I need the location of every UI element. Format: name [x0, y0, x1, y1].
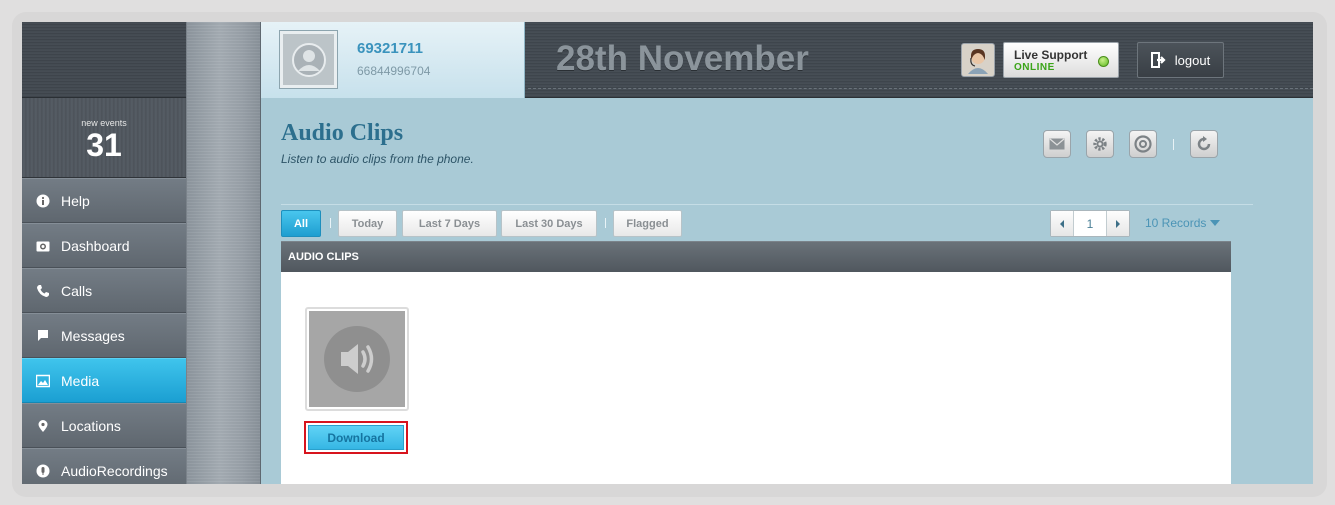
sidebar-item-label: Dashboard [61, 237, 130, 254]
section-header: AUDIO CLIPS [281, 241, 1231, 272]
support-agent-icon [968, 49, 988, 74]
filter-flagged-button[interactable]: Flagged [613, 210, 682, 237]
new-events-counter[interactable]: new events 31 [22, 98, 186, 178]
sidebar-item-help[interactable]: Help [22, 178, 186, 223]
filter-separator [330, 218, 331, 228]
records-per-page-dropdown[interactable]: 10 Records [1145, 216, 1221, 230]
header-divider [528, 88, 1313, 89]
next-page-button[interactable] [1107, 211, 1129, 236]
sidebar-item-locations[interactable]: Locations [22, 403, 186, 448]
new-events-count: 31 [86, 127, 122, 163]
page-title: Audio Clips [281, 120, 404, 146]
phone-icon [36, 284, 50, 298]
download-button[interactable]: Download [308, 425, 404, 450]
current-page-number: 1 [1073, 211, 1107, 236]
sidebar-item-audiorecordings[interactable]: AudioRecordings [22, 448, 186, 484]
caret-down-icon [1210, 220, 1221, 226]
app-window: new events 31 Help Dashboard Calls Messa… [22, 22, 1313, 484]
logout-button[interactable]: logout [1137, 42, 1224, 78]
top-header: 69321711 66844996704 28th November Live … [261, 22, 1313, 98]
location-pin-icon [36, 419, 50, 433]
audio-clip-thumbnail[interactable] [305, 307, 409, 411]
sidebar-item-label: Messages [61, 327, 125, 344]
pagination: 1 [1050, 210, 1130, 237]
sidebar-item-label: Media [61, 372, 100, 389]
envelope-icon [1049, 138, 1065, 150]
settings-button[interactable] [1086, 130, 1114, 158]
refresh-icon [1197, 136, 1211, 151]
filter-all-button[interactable]: All [281, 210, 321, 237]
audio-clip-thumbnail-bg [309, 311, 405, 407]
camera-icon [36, 239, 50, 253]
online-status-dot-icon [1098, 56, 1109, 67]
profile-phone-number: 66844996704 [357, 64, 431, 78]
sidebar-item-label: Help [61, 192, 90, 209]
chevron-right-icon [1116, 219, 1120, 228]
filter-separator [605, 218, 606, 228]
user-icon [291, 42, 326, 77]
chevron-left-icon [1060, 219, 1064, 228]
microphone-icon [36, 464, 50, 478]
filter-today-button[interactable]: Today [338, 210, 397, 237]
metal-divider-strip [186, 22, 261, 484]
download-button-highlight: Download [304, 421, 408, 454]
speaker-icon [324, 326, 390, 392]
logout-label: logout [1174, 52, 1211, 68]
live-support-status: ONLINE [1014, 62, 1055, 73]
sidebar-item-label: Calls [61, 282, 93, 299]
image-icon [36, 374, 50, 388]
sidebar-item-dashboard[interactable]: Dashboard [22, 223, 186, 268]
sidebar-item-media[interactable]: Media [22, 358, 186, 403]
live-support-widget[interactable]: Live Support ONLINE [961, 42, 1121, 78]
current-date: 28th November [556, 39, 809, 78]
sidebar-item-label: Locations [61, 417, 121, 434]
sidebar-item-label: AudioRecordings [61, 462, 168, 479]
logout-icon [1150, 52, 1166, 68]
sidebar-item-messages[interactable]: Messages [22, 313, 186, 358]
sidebar-item-calls[interactable]: Calls [22, 268, 186, 313]
refresh-button[interactable] [1190, 130, 1218, 158]
info-icon [36, 194, 50, 208]
main-content: Audio Clips Listen to audio clips from t… [261, 98, 1313, 484]
clips-panel: Download [281, 272, 1231, 484]
filter-last-30-days-button[interactable]: Last 30 Days [501, 210, 597, 237]
email-button[interactable] [1043, 130, 1071, 158]
sidebar-logo-area [22, 22, 186, 98]
records-per-page-label: 10 Records [1145, 216, 1207, 230]
profile-card[interactable]: 69321711 66844996704 [261, 22, 525, 98]
gear-icon [1093, 137, 1107, 151]
page-subtitle: Listen to audio clips from the phone. [281, 152, 474, 166]
toolbar-separator [1173, 139, 1174, 150]
sidebar: new events 31 Help Dashboard Calls Messa… [22, 22, 186, 484]
live-support-button[interactable]: Live Support ONLINE [1003, 42, 1119, 78]
live-support-title: Live Support [1014, 48, 1088, 62]
filter-last-7-days-button[interactable]: Last 7 Days [402, 210, 497, 237]
previous-page-button[interactable] [1051, 211, 1073, 236]
profile-name: 69321711 [357, 40, 423, 57]
at-sign-icon [1134, 135, 1152, 153]
avatar [280, 31, 337, 88]
filter-divider [281, 204, 1253, 205]
at-sign-button[interactable] [1129, 130, 1157, 158]
message-icon [36, 329, 50, 343]
support-agent-avatar [961, 43, 995, 77]
